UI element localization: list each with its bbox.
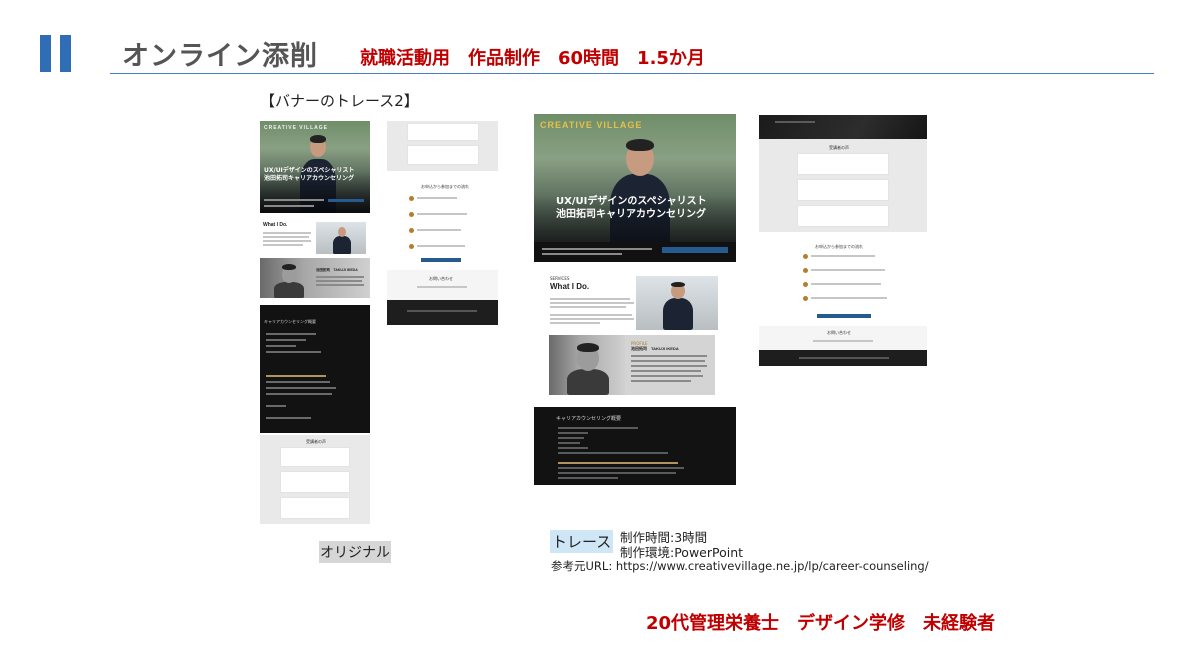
trace-logo: CREATIVE VILLAGE [540, 120, 643, 130]
original-hero-title-2: 池田拓司キャリアカウンセリング [264, 175, 355, 182]
original-contact-section: お問い合わせ [387, 270, 498, 300]
trace-what-i-do-heading: What I Do. [550, 282, 590, 291]
header-accent-bar-left [40, 35, 51, 72]
original-career-heading: キャリアカウンセリング概要 [264, 319, 316, 324]
trace-career-section: キャリアカウンセリング概要 [534, 407, 736, 485]
original-hero: CREATIVE VILLAGE UX/UIデザインのスペシャリスト 池田拓司キ… [260, 121, 370, 213]
original-voice-continued [387, 121, 498, 171]
trace-office-photo [636, 276, 718, 330]
trace-career-heading: キャリアカウンセリング概要 [556, 416, 622, 422]
trace-flow-heading: お申込から参加までの流れ [815, 244, 863, 249]
original-what-i-do: What I Do. [260, 216, 370, 256]
trace-hero-title-1: UX/UIデザインのスペシャリスト [556, 196, 707, 207]
reference-url: 参考元URL: https://www.creativevillage.ne.j… [551, 559, 929, 573]
original-caption: オリジナル [319, 541, 391, 563]
section-label: 【バナーのトレース2】 [260, 92, 419, 110]
trace-contact-heading: お問い合わせ [827, 330, 851, 335]
original-contact-heading: お問い合わせ [429, 276, 453, 281]
original-voice-section: 受講者の声 [260, 435, 370, 524]
original-profile-name: 池田拓司 TAKUJI IKEDA [316, 268, 358, 272]
original-footer [387, 300, 498, 325]
trace-flow-section: お申込から参加までの流れ [759, 236, 927, 326]
original-flow-heading: お申込から参加までの流れ [421, 184, 469, 189]
header-divider [110, 73, 1154, 74]
trace-career-continued [759, 115, 927, 139]
page-subtitle: 就職活動用 作品制作 60時間 1.5か月 [360, 48, 705, 69]
original-voice-heading: 受講者の声 [306, 439, 326, 444]
original-hero-title-1: UX/UIデザインのスペシャリスト [264, 167, 355, 174]
trace-voice-heading: 受講者の声 [829, 145, 849, 150]
original-office-photo [316, 222, 366, 254]
trace-profile-name: 池田拓司 TAKUJI IKEDA [631, 346, 679, 351]
trace-what-i-do: SERVICES What I Do. [534, 268, 736, 334]
header-accent-bar-right [60, 35, 71, 72]
original-flow-section: お申込から参加までの流れ [387, 174, 498, 270]
original-what-i-do-heading: What I Do. [263, 222, 288, 228]
page-title: オンライン添削 [122, 41, 318, 72]
trace-voice-section: 受講者の声 [759, 139, 927, 232]
trace-profile: PROFILE 池田拓司 TAKUJI IKEDA [549, 335, 715, 395]
trace-footer [759, 350, 927, 366]
original-logo: CREATIVE VILLAGE [264, 125, 328, 131]
author-profile-note: 20代管理栄養士 デザイン学修 未経験者 [646, 613, 996, 634]
original-career-section: キャリアカウンセリング概要 [260, 305, 370, 433]
trace-hero: CREATIVE VILLAGE UX/UIデザインのスペシャリスト 池田拓司キ… [534, 114, 736, 262]
original-profile: 池田拓司 TAKUJI IKEDA [260, 258, 370, 298]
trace-contact-section: お問い合わせ [759, 326, 927, 350]
trace-hero-title-2: 池田拓司キャリアカウンセリング [556, 209, 706, 220]
trace-caption: トレース [550, 530, 614, 553]
